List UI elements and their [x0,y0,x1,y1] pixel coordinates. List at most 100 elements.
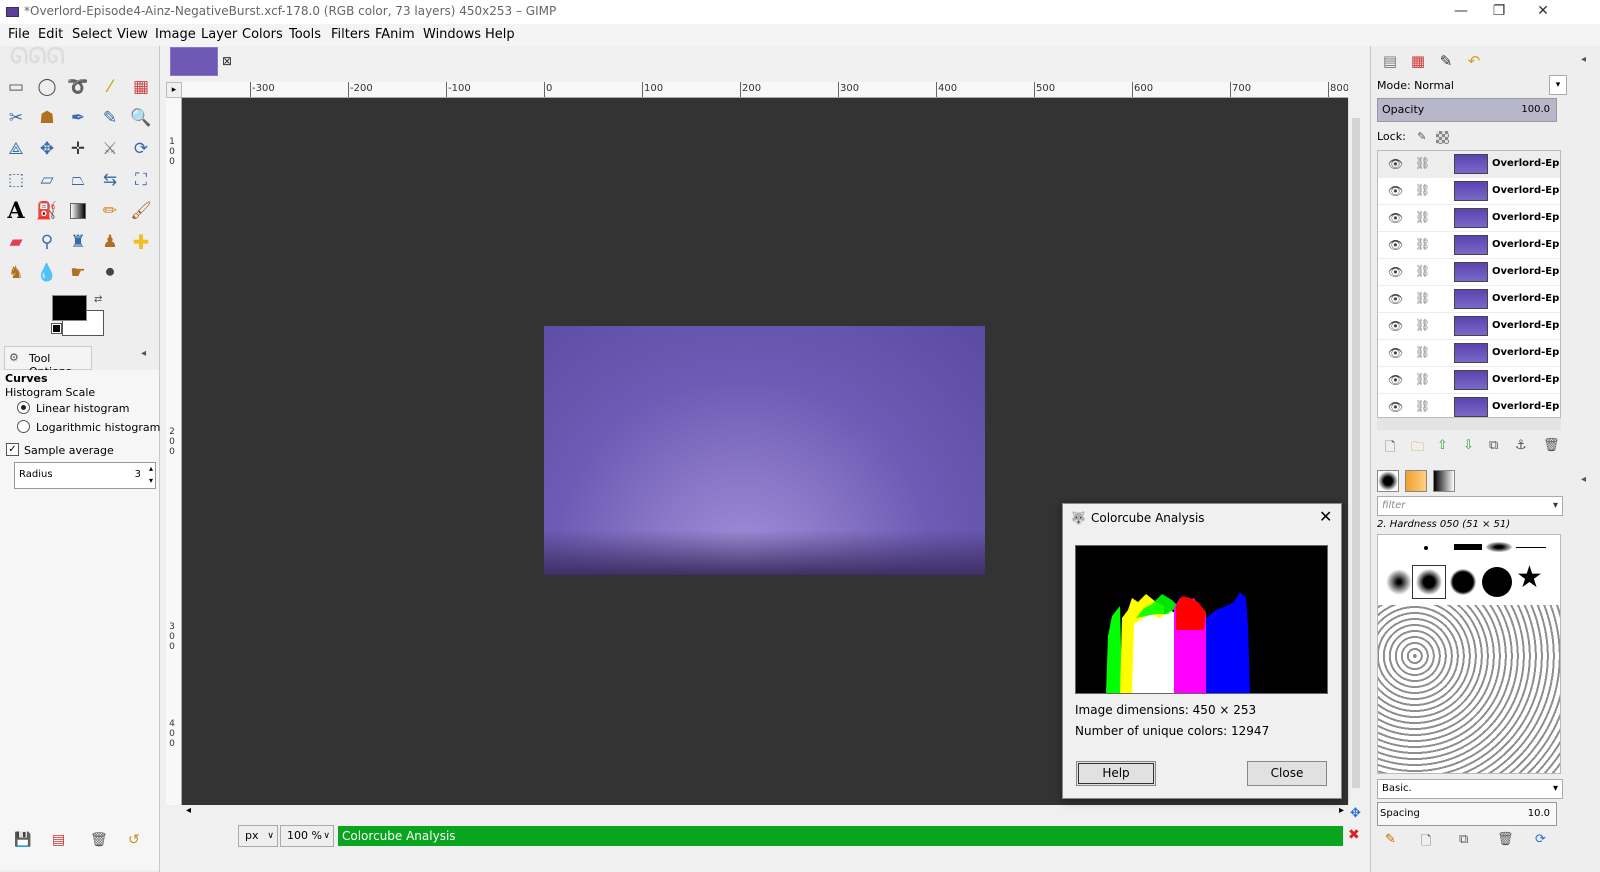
delete-options-icon[interactable]: 🗑 [90,832,108,848]
tab-channels[interactable]: ▦ [1405,49,1431,73]
chain-link-icon[interactable]: ⛓ [1415,237,1430,251]
menu-view[interactable]: View [117,27,148,42]
close-image-tab-icon[interactable]: ⊠ [222,54,232,68]
close-button[interactable]: Close [1247,761,1327,786]
chain-link-icon[interactable]: ⛓ [1415,372,1430,386]
brush-item[interactable] [1450,569,1476,595]
visibility-eye-icon[interactable]: 👁 [1388,265,1403,279]
raise-layer-icon[interactable]: ⇧ [1437,438,1448,453]
save-options-icon[interactable]: 💾 [14,832,31,848]
close-window-button[interactable]: ✕ [1520,0,1566,24]
scale-icon[interactable]: ⬚ [3,167,29,193]
chain-link-icon[interactable]: ⛓ [1415,210,1430,224]
menu-image[interactable]: Image [155,27,196,42]
text-tool-icon[interactable]: A [3,198,29,224]
dodge-burn-icon[interactable]: ⚫ [97,260,123,286]
sample-average-checkbox[interactable]: ✓ [6,443,19,456]
delete-brush-icon[interactable]: 🗑 [1497,832,1514,847]
airbrush-icon[interactable]: ⚲ [34,229,60,255]
free-select-icon[interactable]: ➰ [65,74,91,100]
brush-item[interactable] [1454,544,1482,550]
brush-item[interactable] [1486,542,1512,552]
color-picker-icon[interactable]: ✎ [97,105,123,131]
heal-icon[interactable]: ✚ [128,229,154,255]
layer-row[interactable]: 👁 ⛓ Overlord-Ep [1378,151,1560,178]
menu-colors[interactable]: Colors [242,27,283,42]
lower-layer-icon[interactable]: ⇩ [1463,438,1474,453]
chevron-down-icon[interactable]: ▾ [1549,75,1567,95]
paths-icon[interactable]: ✒ [65,105,91,131]
bucket-fill-icon[interactable]: ⛽ [34,198,60,224]
menu-fanim[interactable]: FAnim [375,27,415,42]
brush-item[interactable] [1424,546,1428,550]
layer-row[interactable]: 👁 ⛓ Overlord-Ep [1378,340,1560,367]
pencil-icon[interactable]: ✏ [97,198,123,224]
clone-icon[interactable]: ♟ [97,229,123,255]
brush-item[interactable] [1516,547,1546,548]
tab-paths[interactable]: ✎ [1433,49,1459,73]
restore-options-icon[interactable]: ▤ [52,832,65,848]
layer-row[interactable]: 👁 ⛓ Overlord-Ep [1378,313,1560,340]
layer-row[interactable]: 👁 ⛓ Overlord-Ep [1378,286,1560,313]
scissors-icon[interactable]: ✂ [3,105,29,131]
cancel-operation-icon[interactable]: ✖ [1348,827,1360,843]
select-by-color-icon[interactable]: ▦ [128,74,154,100]
align-icon[interactable]: ✛ [65,136,91,162]
navigate-icon[interactable]: ✥ [1350,806,1361,821]
star-brush-icon[interactable]: ★ [1516,563,1543,593]
configure-tab-icon[interactable]: ◂ [141,348,146,359]
layer-row[interactable]: 👁 ⛓ Overlord-Ep [1378,259,1560,286]
rect-select-icon[interactable]: ▭ [3,74,29,100]
cage-transform-icon[interactable]: ⛶ [128,167,154,193]
scroll-right-icon[interactable]: ▸ [1339,805,1344,816]
visibility-eye-icon[interactable]: 👁 [1388,319,1403,333]
layer-row[interactable]: 👁 ⛓ Overlord-Ep [1378,367,1560,394]
eraser-icon[interactable]: ▰ [3,229,29,255]
new-layer-icon[interactable]: 🗋 [1385,438,1395,460]
menu-windows[interactable]: Windows [423,27,481,42]
opacity-slider[interactable]: Opacity 100.0 [1377,98,1557,122]
chain-link-icon[interactable]: ⛓ [1415,156,1430,170]
layers-list[interactable]: 👁 ⛓ Overlord-Ep 👁 ⛓ Overlord-Ep 👁 ⛓ Overlord-E… [1377,150,1561,418]
visibility-eye-icon[interactable]: 👁 [1388,157,1403,171]
image-content[interactable] [544,326,985,575]
unit-selector[interactable]: px ∨ [238,825,278,847]
spacing-slider[interactable]: Spacing 10.0 [1377,802,1557,826]
radius-spinner[interactable]: Radius 3 ▴ ▾ [14,462,156,489]
default-colors-icon[interactable] [51,323,62,334]
shear-icon[interactable]: ▱ [34,167,60,193]
menu-file[interactable]: File [8,27,30,42]
ellipse-select-icon[interactable]: ◯ [34,74,60,100]
help-button[interactable]: Help [1076,761,1156,786]
duplicate-layer-icon[interactable]: ⧉ [1489,438,1498,453]
zoom-selector[interactable]: 100 % ∨ [280,825,334,847]
scrollbar-thumb[interactable] [1352,118,1360,788]
perspective-icon[interactable]: ⏢ [65,167,91,193]
fuzzy-select-icon[interactable]: ⁄ [97,74,123,100]
horizontal-scrollbar[interactable]: ◂ ▸ [182,805,1348,819]
lock-alpha-icon[interactable] [1436,130,1450,144]
flip-icon[interactable]: ⇆ [97,167,123,193]
menu-tools[interactable]: Tools [289,27,321,42]
brush-grid[interactable]: ★ [1377,534,1561,774]
brush-item[interactable] [1482,567,1512,597]
reset-options-icon[interactable]: ↺ [128,832,140,848]
foreground-select-icon[interactable]: ☗ [34,105,60,131]
lock-pixels-icon[interactable]: ✎ [1417,130,1426,143]
menu-select[interactable]: Select [72,27,112,42]
paintbrush-icon[interactable]: 🖌 [128,198,154,224]
brush-filter-input[interactable]: filter ▾ [1377,496,1563,516]
layer-row[interactable]: 👁 ⛓ Overlord-Ep [1378,232,1560,259]
visibility-eye-icon[interactable]: 👁 [1388,346,1403,360]
configure-tab-icon[interactable]: ◂ [1581,54,1586,65]
tab-tool-options[interactable]: ⚙ Tool Options [4,346,92,378]
swap-colors-icon[interactable]: ⇄ [94,294,102,305]
chain-link-icon[interactable]: ⛓ [1415,183,1430,197]
blur-icon[interactable]: 💧 [34,260,60,286]
rotate-icon[interactable]: ⟳ [128,136,154,162]
menu-layer[interactable]: Layer [201,27,237,42]
menu-edit[interactable]: Edit [38,27,63,42]
visibility-eye-icon[interactable]: 👁 [1388,292,1403,306]
tab-undo-history[interactable]: ↶ [1461,49,1487,73]
new-layer-group-icon[interactable]: 🗀 [1411,438,1424,460]
